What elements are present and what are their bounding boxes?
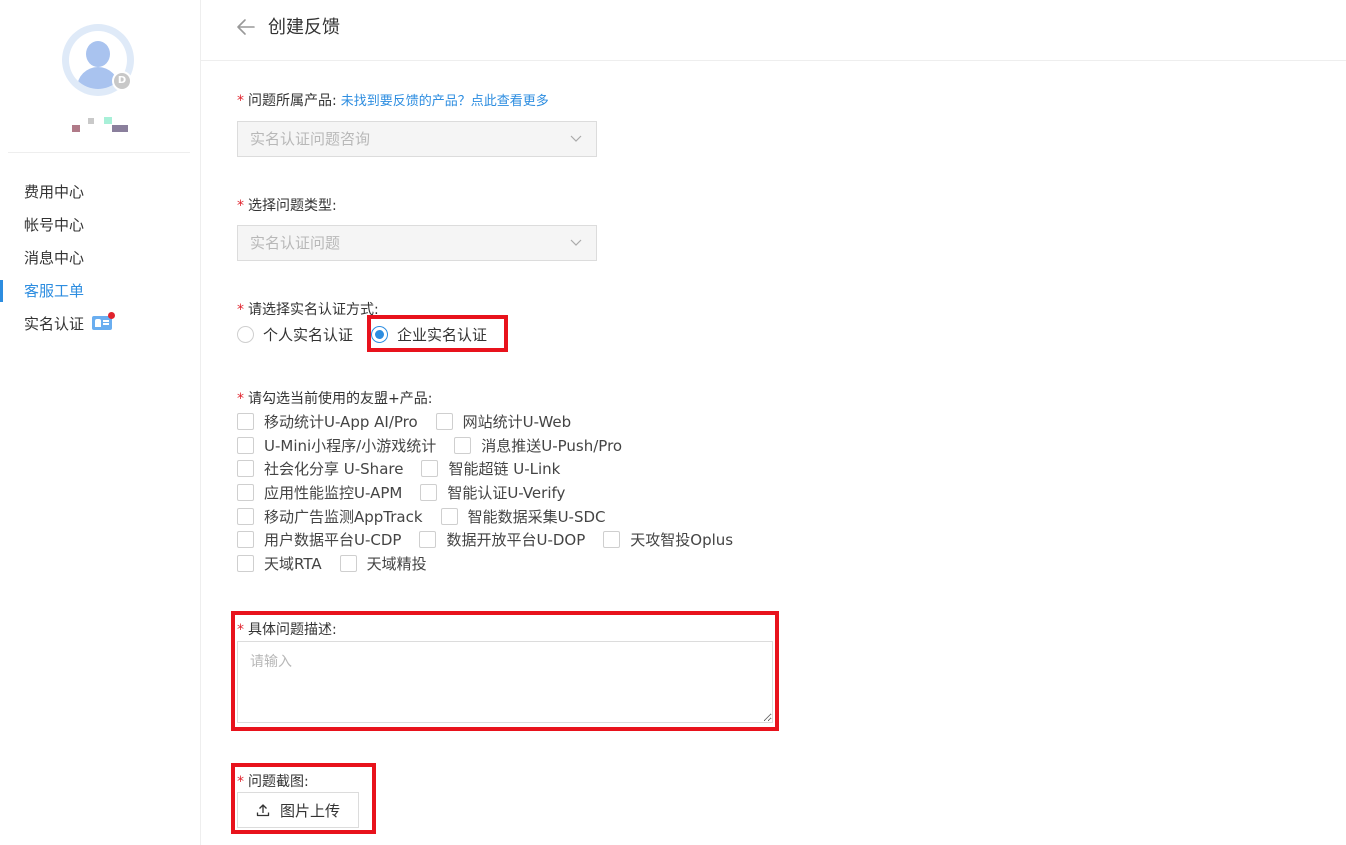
- auth-method-radio-group: 个人实名认证 企业实名认证: [237, 321, 487, 347]
- auth-method-label: * 请选择实名认证方式:: [237, 302, 379, 318]
- required-mark: *: [237, 198, 244, 214]
- more-products-link[interactable]: 未找到要反馈的产品？点此查看更多: [341, 94, 549, 109]
- required-mark: *: [237, 391, 244, 407]
- checkbox-box[interactable]: [237, 484, 254, 502]
- checkbox-box[interactable]: [440, 507, 458, 525]
- sidebar: D 费用中心 帐号中心 消息中心 客服工单 实名认证: [0, 0, 201, 845]
- checkbox-box[interactable]: [419, 531, 437, 549]
- page-header: 创建反馈: [201, 0, 1346, 61]
- checkbox-u-app[interactable]: 移动统计U-App AI/Pro: [237, 411, 418, 432]
- required-mark: *: [237, 302, 244, 318]
- checkbox-box[interactable]: [454, 436, 472, 454]
- sidebar-item-account[interactable]: 帐号中心: [0, 209, 200, 242]
- radio-circle[interactable]: [237, 325, 254, 343]
- checkbox-u-cdp[interactable]: 用户数据平台U-CDP: [237, 529, 401, 550]
- sidebar-item-messages[interactable]: 消息中心: [0, 242, 200, 275]
- checkbox-rta[interactable]: 天域RTA: [237, 553, 322, 574]
- checkbox-row: 移动广告监测AppTrack 智能数据采集U-SDC: [237, 504, 751, 528]
- description-label: * 具体问题描述:: [237, 622, 337, 638]
- checkbox-box[interactable]: [237, 436, 254, 454]
- radio-enterprise-auth[interactable]: 企业实名认证: [371, 324, 487, 345]
- required-mark: *: [237, 93, 244, 109]
- checkbox-u-verify[interactable]: 智能认证U-Verify: [420, 482, 565, 503]
- screenshot-label: * 问题截图:: [237, 774, 309, 790]
- arrow-left-icon[interactable]: [235, 16, 257, 38]
- main-content: 创建反馈 * 问题所属产品: 未找到要反馈的产品？点此查看更多 实名认证问题咨询 *…: [201, 0, 1346, 845]
- checkbox-box[interactable]: [420, 484, 438, 502]
- description-textarea[interactable]: [237, 641, 773, 723]
- checkbox-box[interactable]: [237, 507, 254, 525]
- checkbox-row: 天域RTA 天域精投: [237, 552, 751, 576]
- checkbox-row: 社会化分享 U-Share 智能超链 U-Link: [237, 457, 751, 481]
- issue-type-label: * 选择问题类型:: [237, 198, 337, 214]
- checkbox-box[interactable]: [237, 413, 254, 431]
- chevron-down-icon: [570, 239, 582, 246]
- avatar[interactable]: D: [62, 24, 134, 96]
- upload-icon: [256, 804, 270, 817]
- checkbox-apptrack[interactable]: 移动广告监测AppTrack: [237, 506, 423, 527]
- checkbox-box[interactable]: [603, 531, 621, 549]
- checkbox-row: 移动统计U-App AI/Pro 网站统计U-Web: [237, 410, 751, 434]
- id-card-icon: [92, 311, 116, 330]
- product-label: * 问题所属产品: 未找到要反馈的产品？点此查看更多: [237, 93, 549, 109]
- checkbox-box[interactable]: [421, 460, 439, 478]
- product-select-value: 实名认证问题咨询: [250, 130, 371, 148]
- required-mark: *: [237, 774, 244, 790]
- checkbox-box[interactable]: [237, 531, 254, 549]
- checkbox-precision-ads[interactable]: 天域精投: [339, 553, 427, 574]
- sidebar-item-verification[interactable]: 实名认证: [0, 308, 200, 341]
- checkbox-box[interactable]: [435, 413, 453, 431]
- sidebar-item-billing[interactable]: 费用中心: [0, 176, 200, 209]
- checkbox-row: U-Mini小程序/小游戏统计 消息推送U-Push/Pro: [237, 434, 751, 458]
- avatar-head: [86, 41, 110, 67]
- products-used-label: * 请勾选当前使用的友盟+产品:: [237, 391, 433, 407]
- radio-personal-auth[interactable]: 个人实名认证: [237, 324, 353, 345]
- checkbox-box[interactable]: [237, 554, 254, 572]
- sidebar-divider: [8, 152, 190, 153]
- checkbox-box[interactable]: [237, 460, 254, 478]
- sidebar-nav: 费用中心 帐号中心 消息中心 客服工单 实名认证: [0, 176, 200, 341]
- product-select[interactable]: 实名认证问题咨询: [237, 121, 597, 157]
- issue-type-select[interactable]: 实名认证问题: [237, 225, 597, 261]
- products-checkbox-group: 移动统计U-App AI/Pro 网站统计U-Web U-Mini小程序/小游戏…: [237, 410, 751, 575]
- checkbox-u-push[interactable]: 消息推送U-Push/Pro: [454, 435, 622, 456]
- notification-dot: [108, 311, 116, 319]
- checkbox-row: 应用性能监控U-APM 智能认证U-Verify: [237, 481, 751, 505]
- checkbox-u-apm[interactable]: 应用性能监控U-APM: [237, 482, 402, 503]
- upload-button-label: 图片上传: [279, 801, 340, 820]
- page-title: 创建反馈: [268, 17, 340, 38]
- username-redacted: [70, 116, 132, 132]
- sidebar-item-label: 实名认证: [24, 315, 85, 333]
- checkbox-u-mini[interactable]: U-Mini小程序/小游戏统计: [237, 435, 436, 456]
- checkbox-u-web[interactable]: 网站统计U-Web: [435, 411, 571, 432]
- checkbox-u-link[interactable]: 智能超链 U-Link: [421, 458, 560, 479]
- chevron-down-icon: [570, 135, 582, 142]
- issue-type-select-value: 实名认证问题: [250, 234, 341, 252]
- radio-circle-checked[interactable]: [371, 325, 389, 343]
- checkbox-u-share[interactable]: 社会化分享 U-Share: [237, 458, 403, 479]
- required-mark: *: [237, 622, 244, 638]
- sidebar-item-support-tickets[interactable]: 客服工单: [0, 275, 200, 308]
- image-upload-button[interactable]: 图片上传: [237, 792, 359, 828]
- checkbox-box[interactable]: [339, 554, 357, 572]
- checkbox-u-sdc[interactable]: 智能数据采集U-SDC: [440, 506, 606, 527]
- checkbox-oplus[interactable]: 天攻智投Oplus: [603, 529, 733, 550]
- level-badge-icon: D: [112, 71, 132, 91]
- checkbox-row: 用户数据平台U-CDP 数据开放平台U-DOP 天攻智投Oplus: [237, 528, 751, 552]
- checkbox-u-dop[interactable]: 数据开放平台U-DOP: [419, 529, 585, 550]
